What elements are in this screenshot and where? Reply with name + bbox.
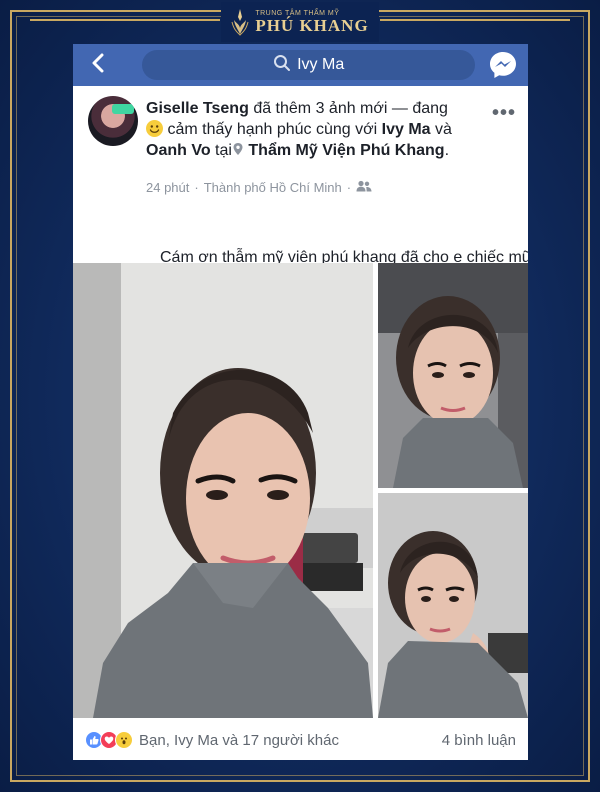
feeling-text: cảm thấy hạnh phúc cùng với xyxy=(167,121,378,138)
at-text: tại xyxy=(215,142,232,159)
more-options-icon[interactable]: ••• xyxy=(492,102,516,125)
author-avatar[interactable] xyxy=(88,96,138,146)
search-query: Ivy Ma xyxy=(297,56,345,73)
smiling-face-icon xyxy=(146,120,163,137)
conjunction-text: và xyxy=(435,121,452,138)
post-location: Thành phố Hồ Chí Minh xyxy=(203,180,342,195)
reaction-icons[interactable] xyxy=(85,731,133,749)
facebook-navbar: Ivy Ma xyxy=(73,44,528,86)
post-meta: 24 phút · Thành phố Hồ Chí Minh · xyxy=(146,180,372,195)
post-photo-2[interactable] xyxy=(378,263,528,488)
post-photo-1[interactable] xyxy=(73,263,373,718)
search-icon xyxy=(273,54,291,77)
place-link[interactable]: Thẩm Mỹ Viện Phú Khang xyxy=(248,142,444,159)
facebook-post-screenshot: Ivy Ma ••• Giselle Tseng đã thêm 3 ảnh m… xyxy=(73,44,528,760)
action-text: đã thêm 3 ảnh mới — đang xyxy=(253,100,448,117)
comments-count[interactable]: 4 bình luận xyxy=(442,732,516,749)
search-input[interactable]: Ivy Ma xyxy=(142,50,475,80)
tagged-user-ivy-ma[interactable]: Ivy Ma xyxy=(382,121,431,138)
brand-lockup: TRUNG TÂM THẨM MỸ PHÚ KHANG xyxy=(221,2,379,42)
location-pin-icon xyxy=(232,141,244,162)
brand-header: TRUNG TÂM THẨM MỸ PHÚ KHANG xyxy=(0,0,600,44)
post-photo-3[interactable] xyxy=(378,493,528,718)
wow-icon xyxy=(115,731,133,749)
brand-logo-icon xyxy=(231,8,249,36)
tagged-user-oanh-vo[interactable]: Oanh Vo xyxy=(146,142,211,159)
reactions-bar: Bạn, Ivy Ma và 17 người khác 4 bình luận xyxy=(73,720,528,760)
gold-divider-right xyxy=(380,19,570,21)
back-button[interactable] xyxy=(83,50,112,80)
chevron-left-icon xyxy=(91,53,105,78)
meta-dot: · xyxy=(194,180,199,195)
friends-audience-icon xyxy=(356,180,372,195)
gold-divider-left xyxy=(30,19,220,21)
post-time[interactable]: 24 phút xyxy=(146,180,189,195)
author-name[interactable]: Giselle Tseng xyxy=(146,100,249,117)
period-text: . xyxy=(444,142,450,159)
brand-name: PHÚ KHANG xyxy=(255,15,369,35)
post-headline: Giselle Tseng đã thêm 3 ảnh mới — đang c… xyxy=(146,98,456,162)
reaction-summary[interactable]: Bạn, Ivy Ma và 17 người khác xyxy=(139,732,339,749)
messenger-button[interactable] xyxy=(488,50,518,80)
meta-dot-2: · xyxy=(346,180,352,195)
messenger-icon xyxy=(488,52,518,84)
